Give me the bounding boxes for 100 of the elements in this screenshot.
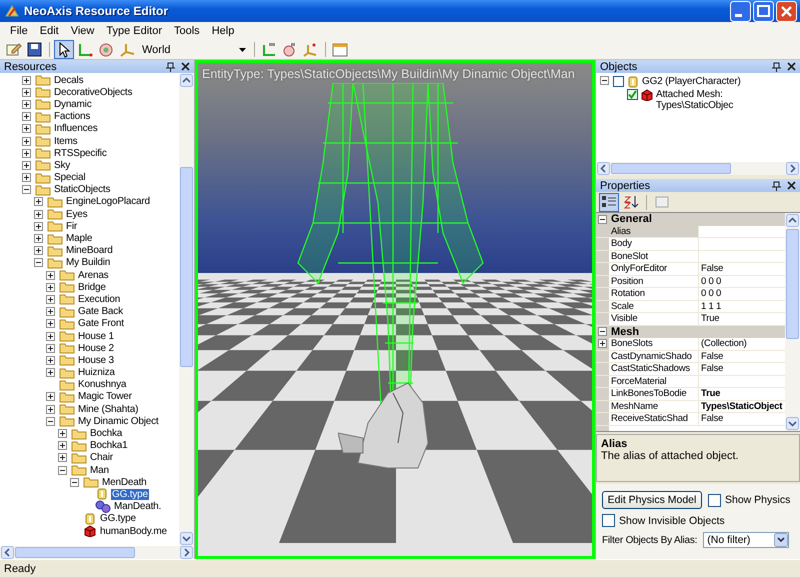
- collapse-icon[interactable]: [598, 327, 607, 336]
- category-row[interactable]: General: [596, 213, 785, 226]
- scroll-left-icon[interactable]: [597, 162, 610, 175]
- expand-icon[interactable]: [46, 368, 55, 378]
- expand-icon[interactable]: [46, 282, 55, 292]
- tree-item[interactable]: Sky: [53, 160, 72, 171]
- expand-icon[interactable]: [46, 307, 55, 316]
- property-name[interactable]: CastStaticShadows: [609, 363, 699, 374]
- close-icon[interactable]: [787, 62, 796, 71]
- property-name[interactable]: Visible: [609, 313, 699, 324]
- expand-icon[interactable]: [22, 100, 31, 109]
- maximize-icon[interactable]: [753, 0, 774, 22]
- scroll-thumb[interactable]: [15, 547, 135, 558]
- tree-item[interactable]: My Buildin: [65, 257, 112, 268]
- scrollbar[interactable]: [785, 213, 800, 431]
- expand-icon[interactable]: [22, 160, 31, 170]
- property-value[interactable]: 0 0 0: [699, 288, 785, 300]
- tree-item[interactable]: GG.type: [99, 513, 137, 524]
- tree-item[interactable]: Konushnya: [77, 379, 128, 390]
- tree-item[interactable]: Eyes: [65, 208, 88, 220]
- collapse-icon[interactable]: [600, 76, 609, 85]
- tree-item[interactable]: MenDeath: [101, 476, 148, 488]
- expand-icon[interactable]: [22, 76, 31, 85]
- expand-icon[interactable]: [46, 270, 55, 280]
- expand-icon[interactable]: [34, 197, 43, 206]
- expand-icon[interactable]: [34, 222, 43, 231]
- scroll-left-icon[interactable]: [1, 546, 14, 559]
- property-name[interactable]: OnlyForEditor: [609, 263, 699, 274]
- pin-icon[interactable]: [772, 180, 781, 190]
- tree-item[interactable]: Mine (Shahta): [77, 404, 140, 415]
- menu-item[interactable]: View: [64, 25, 100, 37]
- scroll-up-icon[interactable]: [786, 214, 799, 227]
- tree-item[interactable]: humanBody.me: [99, 526, 168, 537]
- tree-item[interactable]: Items: [53, 136, 78, 147]
- collapse-icon[interactable]: [34, 258, 43, 268]
- tree-item[interactable]: House 2: [77, 342, 115, 354]
- menu-item[interactable]: File: [4, 25, 34, 37]
- checkbox[interactable]: [602, 514, 615, 527]
- checkbox[interactable]: [627, 89, 638, 100]
- property-value[interactable]: True: [699, 313, 785, 324]
- tree-item[interactable]: Magic Tower: [77, 391, 133, 402]
- collapse-icon[interactable]: [70, 478, 79, 487]
- property-name[interactable]: Position: [609, 276, 699, 287]
- tree-item[interactable]: GG2 (PlayerCharacter): [642, 76, 741, 87]
- expand-icon[interactable]: [22, 88, 31, 97]
- expand-icon[interactable]: [598, 339, 607, 348]
- property-name[interactable]: Scale: [609, 300, 699, 312]
- property-name[interactable]: ReceiveStaticShad: [609, 413, 699, 424]
- tree-item[interactable]: Man: [89, 464, 110, 476]
- pin-icon[interactable]: [166, 62, 175, 72]
- expand-icon[interactable]: [58, 441, 67, 450]
- scroll-right-icon[interactable]: [180, 546, 193, 559]
- collapse-icon[interactable]: [598, 214, 607, 224]
- tree-item[interactable]: My Dinamic Object: [77, 416, 160, 427]
- expand-icon[interactable]: [46, 332, 55, 341]
- menu-item[interactable]: Type Editor: [100, 25, 168, 37]
- tree-item[interactable]: Bochka: [89, 428, 124, 440]
- menu-item[interactable]: Edit: [34, 25, 65, 37]
- property-value[interactable]: False: [699, 363, 785, 374]
- property-name[interactable]: ForceMaterial: [609, 376, 699, 387]
- property-name[interactable]: MeshName: [609, 400, 699, 412]
- close-icon[interactable]: [181, 62, 190, 71]
- scroll-down-icon[interactable]: [786, 417, 799, 430]
- minimize-icon[interactable]: [730, 0, 751, 22]
- scrollbar[interactable]: [179, 73, 194, 546]
- property-value[interactable]: 0 0 0: [699, 276, 785, 287]
- tree-item[interactable]: DecorativeObjects: [53, 86, 134, 98]
- expand-icon[interactable]: [46, 392, 55, 402]
- edit-physics-button[interactable]: Edit Physics Model: [602, 491, 702, 509]
- tree-item[interactable]: Decals: [53, 74, 84, 86]
- property-value[interactable]: 1 1 1: [699, 300, 785, 312]
- category-row[interactable]: Mesh: [596, 326, 785, 338]
- collapse-icon[interactable]: [58, 466, 67, 475]
- tree-item[interactable]: Bridge: [77, 282, 107, 293]
- collapse-icon[interactable]: [46, 416, 55, 426]
- tree-item[interactable]: Gate Back: [77, 306, 124, 318]
- tree-item[interactable]: Chair: [89, 452, 114, 464]
- checkbox[interactable]: [613, 76, 624, 87]
- pin-icon[interactable]: [772, 62, 781, 72]
- tree-item[interactable]: Attached Mesh: Types\StaticObjec: [656, 89, 800, 111]
- filter-dropdown[interactable]: (No filter): [703, 532, 790, 548]
- expand-icon[interactable]: [22, 124, 31, 134]
- scroll-right-icon[interactable]: [786, 162, 799, 175]
- expand-icon[interactable]: [46, 404, 55, 414]
- scroll-thumb[interactable]: [180, 167, 193, 367]
- tree-item[interactable]: ManDeath.: [113, 501, 162, 512]
- scroll-down-icon[interactable]: [180, 532, 193, 545]
- tool-button[interactable]: [54, 40, 74, 59]
- property-value[interactable]: False: [699, 263, 785, 274]
- property-name[interactable]: LinkBonesToBodie: [609, 388, 699, 400]
- property-name[interactable]: Body: [609, 238, 699, 250]
- expand-icon[interactable]: [22, 112, 31, 122]
- categorized-button[interactable]: [599, 192, 619, 212]
- expand-icon[interactable]: [22, 173, 31, 182]
- collapse-icon[interactable]: [22, 185, 31, 194]
- property-name[interactable]: BoneSlot: [609, 250, 699, 262]
- tree-item[interactable]: Factions: [53, 111, 92, 122]
- tree-item[interactable]: Execution: [77, 294, 122, 305]
- property-value[interactable]: Types\StaticObject: [699, 400, 785, 412]
- property-name[interactable]: BoneSlots: [609, 338, 699, 350]
